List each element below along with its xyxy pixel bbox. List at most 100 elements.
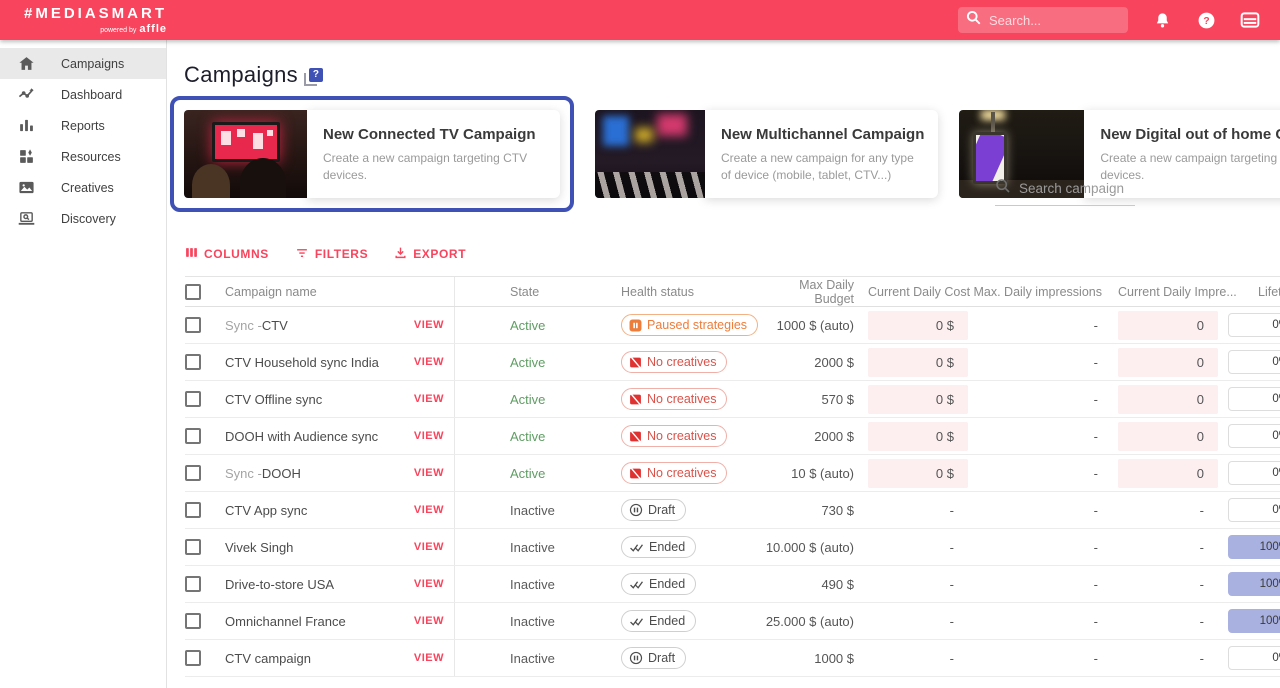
view-button[interactable]: VIEW	[414, 467, 444, 479]
search-icon	[995, 178, 1011, 199]
health-status-badge[interactable]: No creatives	[621, 425, 727, 447]
health-status-badge[interactable]: Ended	[621, 536, 696, 558]
trend-icon	[18, 86, 35, 103]
table-row: Sync -DOOH VIEW Active No creatives 10 $…	[185, 455, 1280, 492]
current-daily-impressions-value: -	[1118, 492, 1218, 528]
search-icon	[966, 10, 981, 30]
filters-button[interactable]: FILTERS	[295, 246, 368, 262]
row-checkbox[interactable]	[185, 539, 201, 555]
view-button[interactable]: VIEW	[414, 652, 444, 664]
current-daily-cost-value: -	[868, 640, 968, 676]
health-status-badge[interactable]: Ended	[621, 610, 696, 632]
max-daily-impressions-value: -	[968, 355, 1108, 370]
powered-by-label: powered by	[100, 27, 136, 34]
grid-icon	[18, 148, 35, 165]
row-checkbox[interactable]	[185, 650, 201, 666]
view-button[interactable]: VIEW	[414, 393, 444, 405]
campaign-name: Sync -DOOH	[225, 466, 301, 481]
row-checkbox[interactable]	[185, 428, 201, 444]
notifications-bell-icon[interactable]	[1152, 10, 1172, 30]
sidebar-item-label: Campaigns	[61, 57, 124, 71]
sidebar-item-creatives[interactable]: Creatives	[0, 172, 166, 203]
health-status-badge[interactable]: No creatives	[621, 388, 727, 410]
col-health-status[interactable]: Health status	[605, 285, 765, 299]
new-campaign-card-street[interactable]: New Multichannel Campaign Create a new c…	[595, 110, 938, 198]
col-max-daily-budget[interactable]: Max Daily Budget	[765, 278, 860, 306]
col-state[interactable]: State	[455, 285, 605, 299]
page-help-icon[interactable]: ?	[308, 70, 323, 85]
current-daily-cost-value: 0 $	[868, 418, 968, 454]
logo-text: #MEDIASMART	[24, 6, 167, 21]
row-checkbox[interactable]	[185, 354, 201, 370]
help-icon[interactable]: ?	[1196, 10, 1216, 30]
brand-label: affle	[139, 23, 167, 35]
row-checkbox[interactable]	[185, 391, 201, 407]
view-button[interactable]: VIEW	[414, 430, 444, 442]
lifetime-progress: 0%	[1228, 313, 1280, 337]
view-button[interactable]: VIEW	[414, 578, 444, 590]
max-daily-impressions-value: -	[968, 392, 1108, 407]
health-status-badge[interactable]: Draft	[621, 499, 686, 521]
campaign-search	[995, 178, 1135, 206]
image-icon	[18, 179, 35, 196]
row-checkbox[interactable]	[185, 502, 201, 518]
card-description: Create a new campaign targeting CTV devi…	[323, 150, 546, 184]
export-button[interactable]: EXPORT	[394, 246, 466, 262]
max-daily-budget-value: 730 $	[765, 503, 860, 518]
max-daily-budget-value: 10 $ (auto)	[765, 466, 860, 481]
health-status-badge[interactable]: No creatives	[621, 351, 727, 373]
table-row: CTV Offline sync VIEW Active No creative…	[185, 381, 1280, 418]
max-daily-impressions-value: -	[968, 466, 1108, 481]
campaign-search-input[interactable]	[1019, 181, 1124, 196]
select-all-checkbox[interactable]	[185, 284, 201, 300]
view-button[interactable]: VIEW	[414, 319, 444, 331]
row-checkbox[interactable]	[185, 576, 201, 592]
page-title: Campaigns	[184, 62, 298, 88]
row-checkbox[interactable]	[185, 465, 201, 481]
view-button[interactable]: VIEW	[414, 615, 444, 627]
health-status-badge[interactable]: No creatives	[621, 462, 727, 484]
sidebar-item-dashboard[interactable]: Dashboard	[0, 79, 166, 110]
sidebar-item-label: Reports	[61, 119, 105, 133]
health-status-badge[interactable]: Draft	[621, 647, 686, 669]
state-label: Inactive	[510, 651, 555, 666]
view-button[interactable]: VIEW	[414, 356, 444, 368]
current-daily-cost-value: -	[868, 603, 968, 639]
row-checkbox[interactable]	[185, 613, 201, 629]
columns-icon	[185, 246, 198, 262]
health-status-badge[interactable]: Paused strategies	[621, 314, 758, 336]
card-title: New Multichannel Campaign	[721, 126, 924, 143]
campaigns-table: Campaign name State Health status Max Da…	[185, 276, 1280, 677]
sidebar-item-label: Resources	[61, 150, 121, 164]
account-menu-icon[interactable]	[1240, 10, 1260, 30]
max-daily-impressions-value: -	[968, 503, 1108, 518]
col-max-daily-impressions[interactable]: Max. Daily impressions	[968, 285, 1108, 299]
paused-icon	[629, 319, 642, 332]
col-lifetime[interactable]: Lifetime...	[1228, 285, 1280, 299]
state-label: Inactive	[510, 614, 555, 629]
sidebar-item-campaigns[interactable]: Campaigns	[0, 48, 166, 79]
view-button[interactable]: VIEW	[414, 504, 444, 516]
sidebar-item-reports[interactable]: Reports	[0, 110, 166, 141]
current-daily-cost-value: 0 $	[868, 381, 968, 417]
col-current-daily-impressions[interactable]: Current Daily Impre...	[1118, 277, 1218, 306]
new-campaign-card-ctv[interactable]: New Connected TV Campaign Create a new c…	[184, 110, 560, 198]
row-checkbox[interactable]	[185, 317, 201, 333]
sidebar-item-label: Discovery	[61, 212, 116, 226]
logo[interactable]: #MEDIASMART powered by affle	[24, 6, 167, 35]
global-search-input[interactable]	[989, 13, 1109, 28]
sidebar: Campaigns Dashboard Reports Resources Cr…	[0, 40, 167, 688]
campaign-name: DOOH with Audience sync	[225, 429, 378, 444]
health-status-badge[interactable]: Ended	[621, 573, 696, 595]
max-daily-budget-value: 1000 $	[765, 651, 860, 666]
current-daily-impressions-value: 0	[1118, 418, 1218, 454]
col-campaign-name[interactable]: Campaign name	[225, 277, 455, 306]
current-daily-cost-value: -	[868, 492, 968, 528]
col-current-daily-cost[interactable]: Current Daily Cost	[868, 277, 968, 306]
view-button[interactable]: VIEW	[414, 541, 444, 553]
sidebar-item-resources[interactable]: Resources	[0, 141, 166, 172]
columns-button[interactable]: COLUMNS	[185, 246, 269, 262]
current-daily-impressions-value: 0	[1118, 455, 1218, 491]
sidebar-item-discovery[interactable]: Discovery	[0, 203, 166, 234]
sidebar-item-label: Dashboard	[61, 88, 122, 102]
